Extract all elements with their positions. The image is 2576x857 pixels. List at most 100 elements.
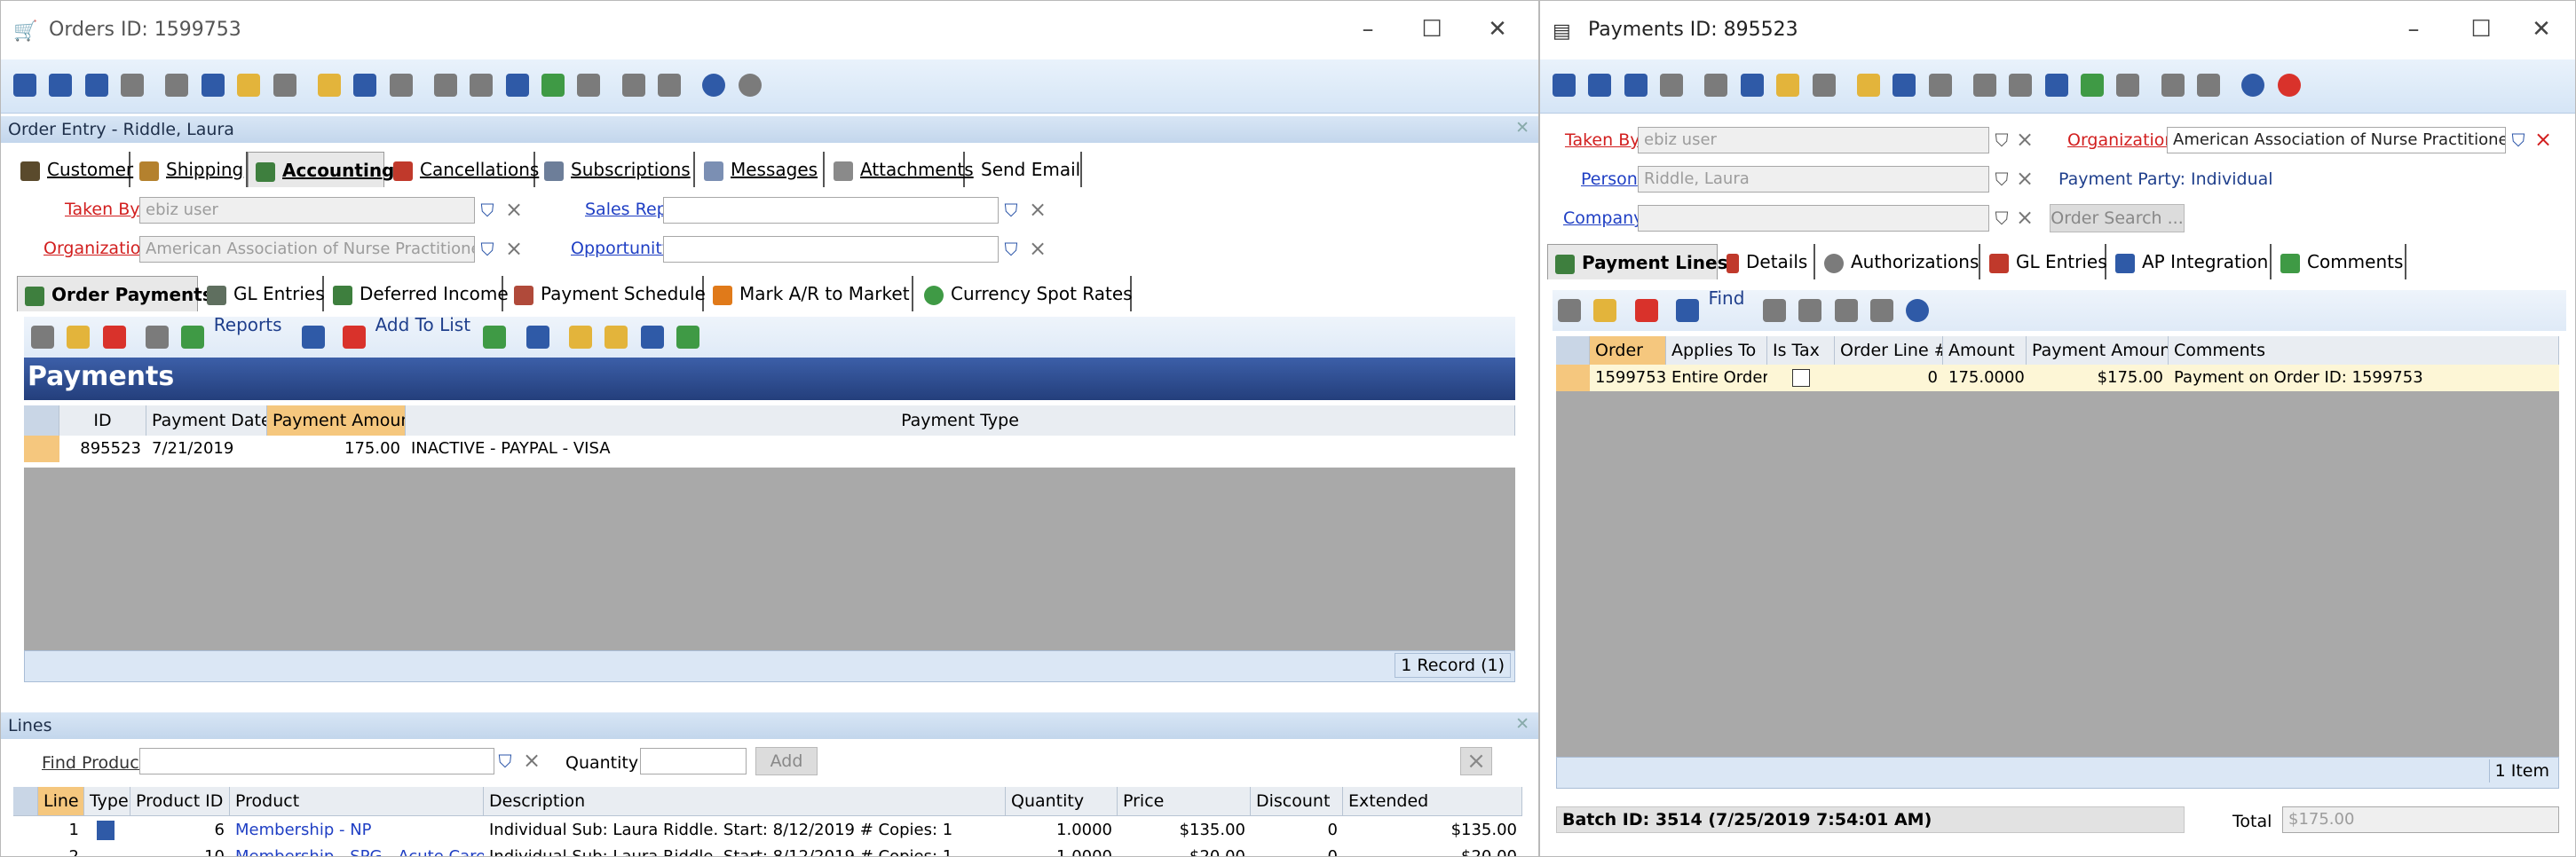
clear-icon[interactable]: × (2014, 128, 2035, 153)
organization-label[interactable]: Organization (2067, 130, 2175, 150)
clear-icon[interactable]: × (521, 749, 542, 774)
opportunity-label[interactable]: Opportunity (571, 239, 672, 258)
export-icon[interactable] (483, 326, 507, 349)
col-discount[interactable]: Discount (1251, 787, 1343, 815)
table-row[interactable]: 1599753 Entire Order 0 175.0000 $175.00 … (1556, 365, 2559, 391)
tab-messages[interactable]: Messages (697, 152, 825, 187)
col-payment-amount[interactable]: Payment Amount (267, 405, 406, 436)
table-row[interactable]: 2 10 Membership - SPG - Acute Care Indiv… (13, 844, 1522, 856)
open-icon[interactable] (67, 326, 91, 349)
tab-attachments[interactable]: Attachments (826, 152, 974, 187)
search-icon[interactable]: ⛉ (1000, 198, 1022, 223)
tab-authorizations[interactable]: Authorizations (1817, 244, 1980, 279)
organization-label[interactable]: Organization (43, 239, 151, 258)
refresh-icon[interactable] (353, 74, 377, 97)
organization-field[interactable]: American Association of Nurse Practition… (139, 236, 475, 263)
move-up-icon[interactable] (1798, 299, 1822, 322)
quantity-field[interactable] (640, 748, 747, 774)
find-button[interactable]: Find (1708, 287, 1744, 309)
clear-icon[interactable]: × (2014, 167, 2035, 192)
is-tax-checkbox[interactable] (1787, 365, 1822, 391)
link-icon[interactable] (1972, 74, 1996, 97)
tab-cancellations[interactable]: Cancellations (386, 152, 539, 187)
settings-icon[interactable] (2116, 74, 2140, 97)
save-close-icon[interactable] (1588, 74, 1612, 97)
table-row[interactable]: 1 6 Membership - NP Individual Sub: Laur… (13, 817, 1522, 844)
open-icon[interactable] (237, 74, 261, 97)
move-bottom-icon[interactable] (1869, 299, 1893, 322)
reports-icon[interactable] (181, 326, 205, 349)
find-icon[interactable] (1740, 74, 1764, 97)
lock-icon[interactable] (604, 326, 628, 349)
col-payment-amount[interactable]: Payment Amount (2027, 336, 2169, 365)
new-icon[interactable] (1558, 299, 1581, 322)
taken-by-field[interactable]: ebiz user (1638, 127, 1989, 153)
col-payment-date[interactable]: Payment Date (146, 405, 267, 436)
attach-icon[interactable] (2161, 74, 2185, 97)
info-icon[interactable] (738, 74, 762, 97)
refresh-icon[interactable] (1892, 74, 1916, 97)
col-line[interactable]: Line (38, 787, 84, 815)
tab-accounting[interactable]: Accounting (248, 152, 394, 187)
order-search-button[interactable]: Order Search ... (2050, 204, 2185, 232)
close-section-icon[interactable]: ✕ (1515, 714, 1529, 734)
tab-payment-lines[interactable]: Payment Lines (1547, 244, 1728, 279)
search-icon[interactable]: ⛉ (494, 749, 516, 774)
delete-icon[interactable] (1634, 299, 1658, 322)
copy-icon[interactable] (389, 74, 413, 97)
clear-icon[interactable]: × (503, 198, 525, 223)
row-selector[interactable] (24, 436, 59, 462)
maximize-button[interactable]: ☐ (1414, 13, 1450, 47)
sales-rep-label[interactable]: Sales Rep (585, 200, 668, 219)
workflow-icon[interactable] (2044, 74, 2068, 97)
col-order[interactable]: Order (1590, 336, 1666, 365)
tab-payment-schedule[interactable]: Payment Schedule (507, 276, 706, 311)
help-icon[interactable] (1906, 299, 1930, 322)
move-top-icon[interactable] (1762, 299, 1786, 322)
spell-icon[interactable] (317, 74, 341, 97)
product-link[interactable]: Membership - SPG - Acute Care (230, 844, 484, 856)
move-down-icon[interactable] (1834, 299, 1858, 322)
clear-icon[interactable]: × (2014, 206, 2035, 231)
remove-line-button[interactable]: × (1460, 747, 1492, 775)
tab-gl-entries[interactable]: GL Entries (1982, 244, 2107, 279)
minimize-button[interactable]: – (1350, 13, 1386, 47)
print-icon[interactable] (1704, 74, 1728, 97)
delete-icon[interactable] (102, 326, 126, 349)
link-icon[interactable] (433, 74, 457, 97)
tree-icon[interactable] (470, 74, 494, 97)
find-product-label[interactable]: Find Product (42, 753, 146, 773)
col-id[interactable]: ID (59, 405, 146, 436)
search-icon[interactable]: ⛉ (1000, 237, 1022, 262)
clear-icon[interactable]: × (1027, 237, 1048, 262)
copy-icon[interactable] (1928, 74, 1952, 97)
form-icon[interactable] (1812, 74, 1836, 97)
find-icon[interactable] (201, 74, 225, 97)
warning-icon[interactable] (569, 326, 593, 349)
note-icon[interactable] (2197, 74, 2221, 97)
company-label[interactable]: Company (1563, 208, 1643, 228)
help-icon[interactable] (2241, 74, 2265, 97)
delete-icon[interactable] (121, 74, 145, 97)
col-order-line[interactable]: Order Line # (1835, 336, 1943, 365)
maximize-button[interactable]: ☐ (2463, 13, 2499, 47)
opportunity-field[interactable] (663, 236, 999, 263)
save-icon[interactable] (13, 74, 36, 97)
col-amount[interactable]: Amount (1943, 336, 2027, 365)
col-description[interactable]: Description (484, 787, 1006, 815)
search-icon[interactable]: ⛉ (2508, 128, 2529, 153)
person-field[interactable]: Riddle, Laura (1638, 166, 1989, 193)
save-close-icon[interactable] (49, 74, 73, 97)
attach-icon[interactable] (621, 74, 645, 97)
grid-icon[interactable] (146, 326, 170, 349)
globe-icon[interactable] (2081, 74, 2105, 97)
col-product-id[interactable]: Product ID (130, 787, 230, 815)
open-icon[interactable] (1593, 299, 1617, 322)
col-quantity[interactable]: Quantity (1006, 787, 1118, 815)
tab-mark-ar-to-market[interactable]: Mark A/R to Market (706, 276, 913, 311)
spell-icon[interactable] (1856, 74, 1880, 97)
tab-currency-spot-rates[interactable]: Currency Spot Rates (917, 276, 1133, 311)
tab-order-payments[interactable]: Order Payments (17, 276, 213, 311)
add-to-list-button[interactable]: Add To List (375, 314, 470, 335)
tab-comments[interactable]: Comments (2273, 244, 2406, 279)
